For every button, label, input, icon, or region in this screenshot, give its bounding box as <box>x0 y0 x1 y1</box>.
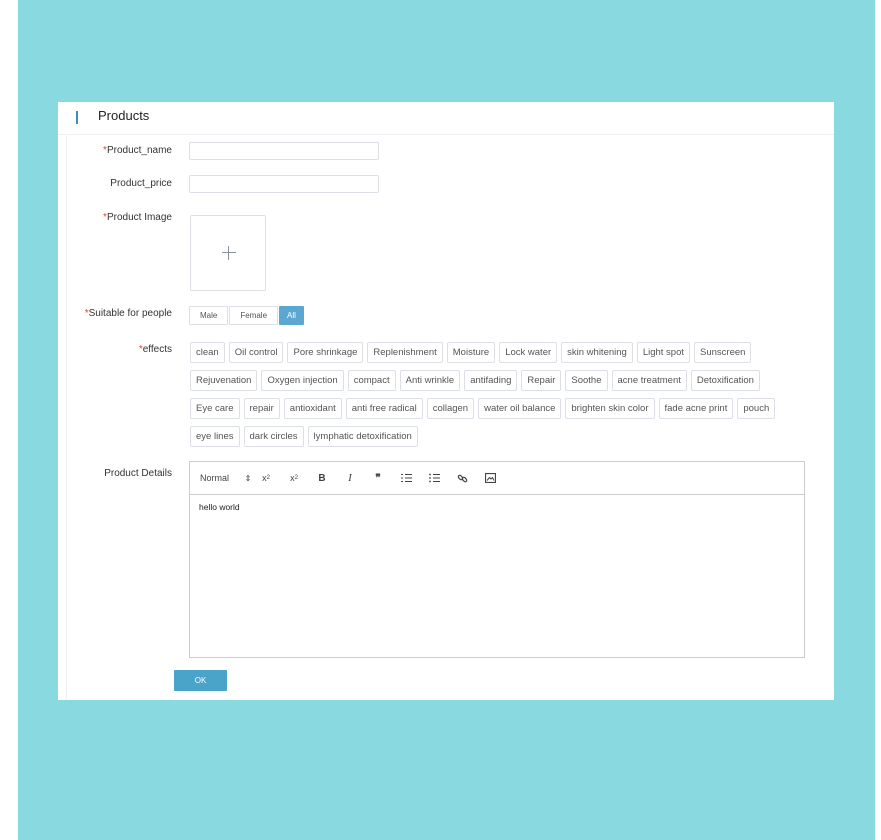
effects-tag-group: clean Oil control Pore shrinkage Repleni… <box>190 342 800 454</box>
suitable-option-all[interactable]: All <box>279 306 304 325</box>
effect-tag[interactable]: Sunscreen <box>694 342 752 363</box>
effect-tag[interactable]: compact <box>347 370 396 391</box>
product-name-label-text: Product_name <box>106 145 172 156</box>
effect-tag[interactable]: dark circles <box>243 426 304 447</box>
product-price-label: Product_price <box>110 178 172 189</box>
ordered-list-icon[interactable] <box>399 468 413 488</box>
suitable-segmented-control: Male Female All <box>189 306 305 325</box>
image-uploader[interactable] <box>190 215 266 291</box>
link-icon[interactable] <box>455 468 469 488</box>
effect-tag[interactable]: Lock water <box>499 342 558 363</box>
editor-toolbar: Normal ⇕ x2 x2 B I ❞ <box>190 462 804 495</box>
effect-tag[interactable]: Replenishment <box>367 342 443 363</box>
italic-icon[interactable]: I <box>343 468 357 488</box>
effect-tag[interactable]: Pore shrinkage <box>287 342 364 363</box>
effects-row: eye lines dark circles lymphatic detoxif… <box>190 426 800 447</box>
effect-tag[interactable]: anti free radical <box>345 398 423 419</box>
effect-tag[interactable]: Light spot <box>636 342 691 363</box>
editor-content[interactable]: hello world <box>199 502 240 512</box>
effect-tag[interactable]: antioxidant <box>283 398 342 419</box>
effect-tag[interactable]: Anti wrinkle <box>399 370 461 391</box>
suitable-option-female[interactable]: Female <box>229 306 279 325</box>
effect-tag[interactable]: Moisture <box>446 342 496 363</box>
effects-row: Rejuvenation Oxygen injection compact An… <box>190 370 800 391</box>
panel-header: Products <box>58 102 834 135</box>
effect-tag[interactable]: skin whitening <box>561 342 633 363</box>
effect-tag[interactable]: Repair <box>521 370 562 391</box>
header-accent-bar <box>76 111 78 124</box>
effect-tag[interactable]: water oil balance <box>478 398 562 419</box>
blockquote-icon[interactable]: ❞ <box>371 468 385 488</box>
suitable-label: *Suitable for people <box>85 308 172 319</box>
effect-tag[interactable]: repair <box>243 398 280 419</box>
page-title: Products <box>98 108 150 123</box>
bold-icon[interactable]: B <box>315 468 329 488</box>
effect-tag[interactable]: Oxygen injection <box>261 370 344 391</box>
suitable-label-text: Suitable for people <box>88 308 172 319</box>
effect-tag[interactable]: brighten skin color <box>565 398 655 419</box>
effect-tag[interactable]: Oil control <box>228 342 284 363</box>
effect-tag[interactable]: Detoxification <box>690 370 760 391</box>
effects-label-text: effects <box>142 344 172 355</box>
effect-tag[interactable]: Rejuvenation <box>190 370 258 391</box>
product-name-input[interactable] <box>189 142 379 160</box>
effect-tag[interactable]: clean <box>190 342 225 363</box>
subscript-icon[interactable]: x2 <box>259 468 273 488</box>
effect-tag[interactable]: acne treatment <box>611 370 687 391</box>
effect-tag[interactable]: eye lines <box>190 426 240 447</box>
product-name-label: *Product_name <box>103 145 172 156</box>
effect-tag[interactable]: lymphatic detoxification <box>307 426 418 447</box>
effects-row: clean Oil control Pore shrinkage Repleni… <box>190 342 800 363</box>
effect-tag[interactable]: Soothe <box>565 370 608 391</box>
effect-tag[interactable]: collagen <box>426 398 475 419</box>
effect-tag[interactable]: fade acne print <box>658 398 734 419</box>
image-icon[interactable] <box>483 468 497 488</box>
product-image-label: *Product Image <box>103 212 172 223</box>
product-image-label-text: Product Image <box>106 212 172 223</box>
header-select-arrows-icon[interactable]: ⇕ <box>241 468 255 488</box>
effect-tag[interactable]: pouch <box>737 398 776 419</box>
products-panel: Products *Product_name Product_price *Pr… <box>58 102 834 700</box>
superscript-icon[interactable]: x2 <box>287 468 301 488</box>
product-details-label: Product Details <box>104 468 172 479</box>
effect-tag[interactable]: Eye care <box>190 398 240 419</box>
bullet-list-icon[interactable] <box>427 468 441 488</box>
header-select[interactable]: Normal <box>200 468 229 488</box>
product-price-input[interactable] <box>189 175 379 193</box>
effects-label: *effects <box>139 344 172 355</box>
ok-button[interactable]: OK <box>174 670 227 691</box>
left-divider <box>66 134 67 700</box>
effect-tag[interactable]: antifading <box>464 370 518 391</box>
suitable-option-male[interactable]: Male <box>189 306 229 325</box>
rich-text-editor: Normal ⇕ x2 x2 B I ❞ hello world <box>189 461 805 658</box>
effects-row: Eye care repair antioxidant anti free ra… <box>190 398 800 419</box>
plus-icon <box>222 246 236 260</box>
